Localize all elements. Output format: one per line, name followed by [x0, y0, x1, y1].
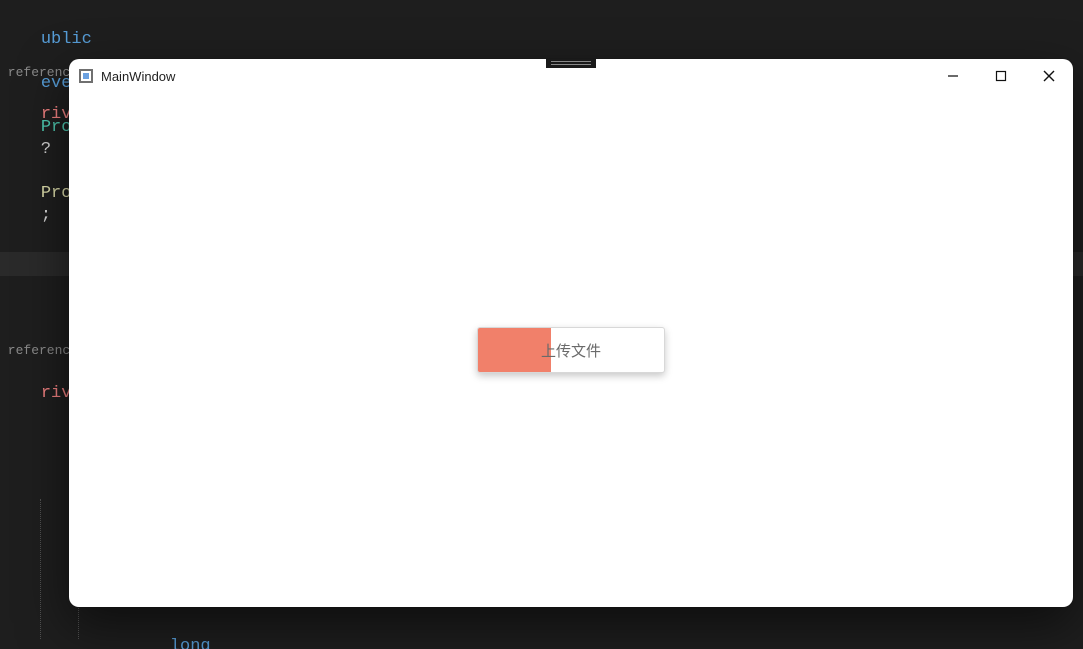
titlebar[interactable]: MainWindow — [69, 59, 1073, 93]
codelens-references: reference — [0, 340, 78, 362]
maximize-button[interactable] — [977, 59, 1025, 93]
upload-file-button[interactable]: 上传文件 — [477, 327, 665, 373]
maximize-icon — [995, 70, 1007, 82]
main-window: MainWindow 上传文件 — [69, 59, 1073, 607]
window-title: MainWindow — [101, 69, 175, 84]
close-button[interactable] — [1025, 59, 1073, 93]
client-area: 上传文件 — [69, 93, 1073, 607]
app-icon — [79, 69, 93, 83]
upload-button-label: 上传文件 — [541, 340, 601, 361]
minimize-icon — [947, 70, 959, 82]
code-token: long — [170, 637, 211, 649]
codelens-references: reference — [0, 62, 78, 84]
close-icon — [1043, 70, 1055, 82]
minimize-button[interactable] — [929, 59, 977, 93]
upload-progress-fill — [478, 328, 551, 372]
code-token: ublic — [41, 30, 92, 49]
